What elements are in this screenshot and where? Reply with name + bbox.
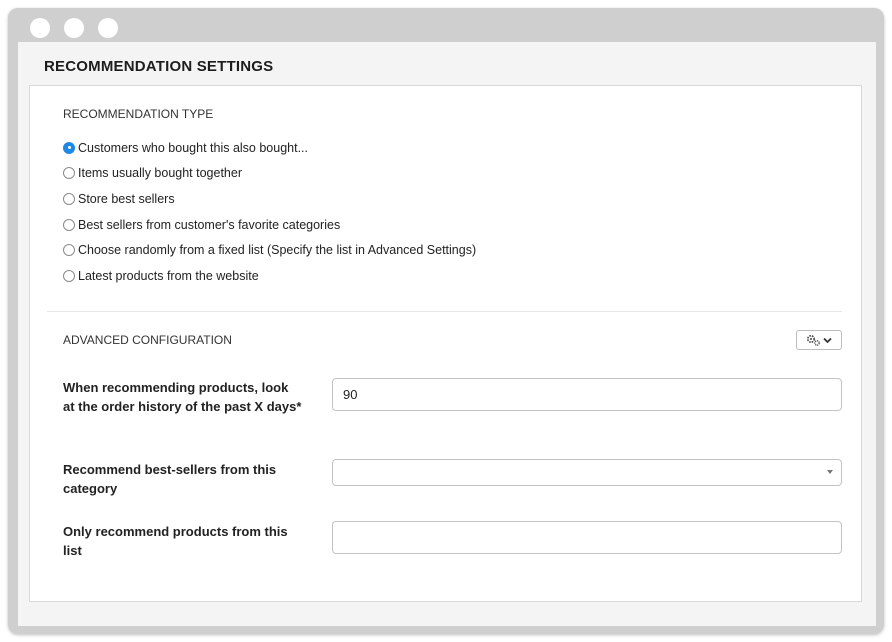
product-list-label: Only recommend products from this list xyxy=(63,524,288,558)
advanced-configuration-heading: ADVANCED CONFIGURATION xyxy=(63,333,232,347)
radio-button[interactable] xyxy=(63,218,75,231)
radio-option-label: Items usually bought together xyxy=(78,166,242,181)
radio-option-label: Customers who bought this also bought... xyxy=(78,140,308,155)
caret-down-icon xyxy=(827,470,833,474)
product-list-input[interactable] xyxy=(332,521,842,554)
order-history-days-label: When recommending products, look at the … xyxy=(63,380,302,414)
radio-button[interactable] xyxy=(63,141,75,154)
radio-option-store-best-sellers[interactable]: Store best sellers xyxy=(63,186,476,212)
window-control-dot[interactable] xyxy=(30,18,50,38)
radio-button[interactable] xyxy=(63,269,75,282)
radio-option-label: Choose randomly from a fixed list (Speci… xyxy=(78,243,477,258)
browser-window: RECOMMENDATION SETTINGS RECOMMENDATION T… xyxy=(8,8,884,634)
radio-option-also-bought[interactable]: Customers who bought this also bought... xyxy=(63,135,476,161)
settings-panel: RECOMMENDATION SETTINGS RECOMMENDATION T… xyxy=(18,42,876,626)
gears-icon xyxy=(806,334,820,346)
window-control-dot[interactable] xyxy=(64,18,84,38)
advanced-settings-dropdown-button[interactable] xyxy=(796,330,842,350)
best-seller-category-select[interactable] xyxy=(332,459,842,486)
radio-option-random-fixed-list[interactable]: Choose randomly from a fixed list (Speci… xyxy=(63,237,476,263)
section-divider xyxy=(47,311,842,312)
recommendation-type-radio-group: Customers who bought this also bought...… xyxy=(63,135,476,289)
recommendation-type-heading: RECOMMENDATION TYPE xyxy=(63,107,214,121)
best-seller-category-label: Recommend best-sellers from this categor… xyxy=(63,462,277,496)
chevron-down-icon xyxy=(823,337,832,343)
radio-option-label: Best sellers from customer's favorite ca… xyxy=(78,217,341,232)
window-control-dot[interactable] xyxy=(98,18,118,38)
settings-card: RECOMMENDATION TYPE Customers who bought… xyxy=(29,85,862,602)
window-titlebar xyxy=(8,8,884,42)
radio-button[interactable] xyxy=(63,167,75,180)
radio-option-latest-products[interactable]: Latest products from the website xyxy=(63,263,476,289)
radio-button[interactable] xyxy=(63,192,75,205)
radio-option-label: Store best sellers xyxy=(78,191,175,206)
radio-option-favorite-categories[interactable]: Best sellers from customer's favorite ca… xyxy=(63,212,476,238)
radio-option-label: Latest products from the website xyxy=(78,268,259,283)
radio-option-bought-together[interactable]: Items usually bought together xyxy=(63,161,476,187)
page-title: RECOMMENDATION SETTINGS xyxy=(44,58,274,75)
order-history-days-input[interactable] xyxy=(332,378,842,411)
radio-button[interactable] xyxy=(63,244,75,257)
